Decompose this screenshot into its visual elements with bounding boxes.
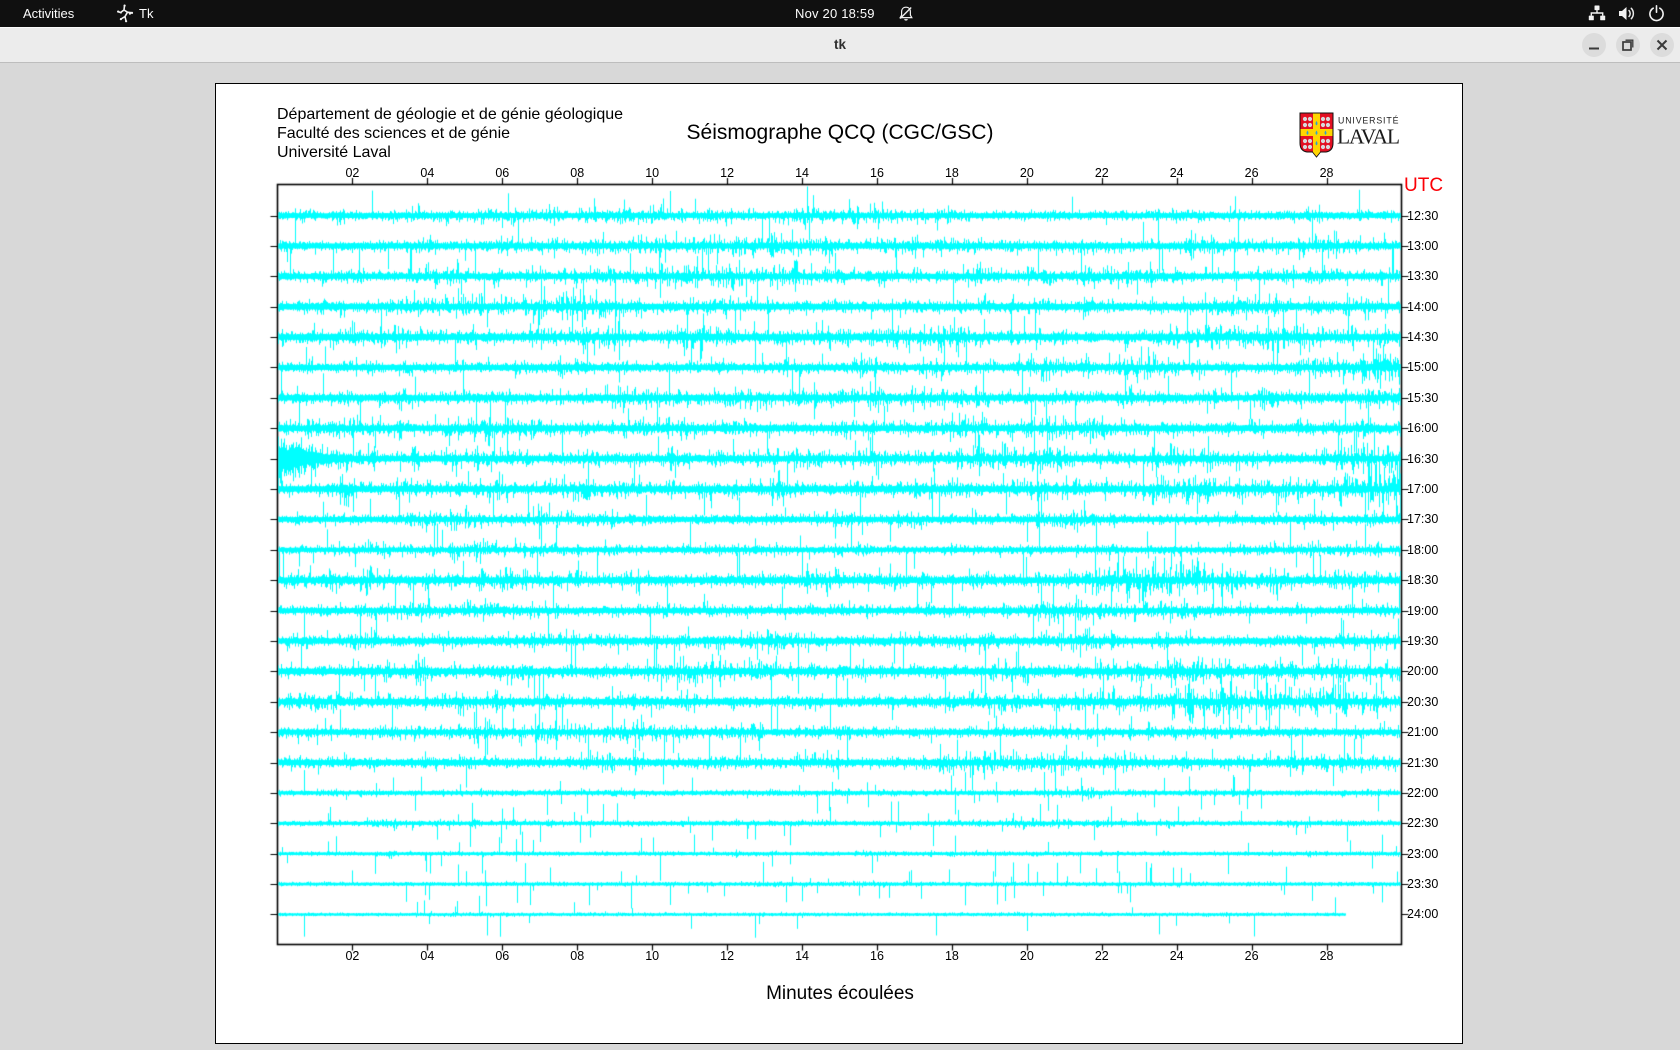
svg-text:LAVAL: LAVAL [1337, 125, 1400, 149]
